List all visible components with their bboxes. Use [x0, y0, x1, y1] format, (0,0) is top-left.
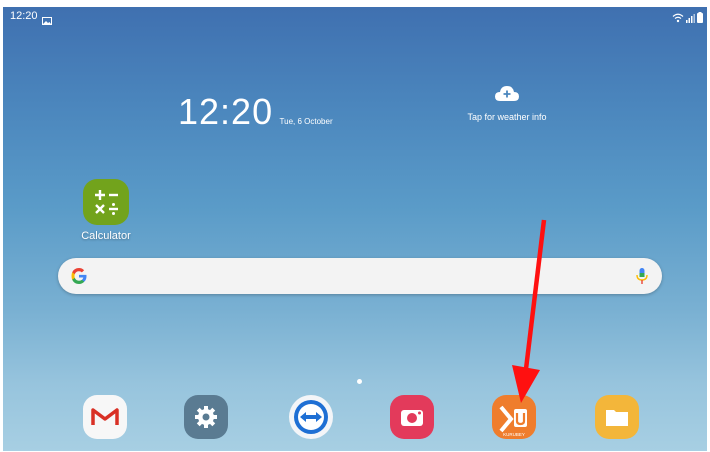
page-indicator — [357, 379, 362, 384]
my-files-app[interactable] — [595, 395, 639, 439]
gallery-icon — [42, 12, 52, 30]
status-bar: 12:20 — [3, 7, 707, 27]
home-screen: 12:20 12:20 Tue, 6 October Tap for weath… — [3, 7, 707, 451]
settings-app[interactable] — [184, 395, 228, 439]
weather-widget[interactable]: Tap for weather info — [448, 85, 566, 122]
settings-icon — [195, 406, 217, 428]
camera-icon — [401, 410, 423, 426]
google-logo — [70, 267, 88, 290]
teamviewer-icon — [294, 400, 328, 434]
calculator-app[interactable]: Calculator — [75, 179, 137, 242]
gmail-icon — [91, 408, 119, 425]
kurubey-app[interactable]: KURUBEY — [492, 395, 536, 439]
files-icon — [606, 410, 628, 426]
signal-icon — [686, 10, 695, 28]
calculator-icon — [83, 179, 129, 225]
camera-app[interactable] — [390, 395, 434, 439]
clock-widget[interactable]: 12:20 Tue, 6 October — [178, 91, 333, 133]
mic-icon[interactable] — [636, 267, 648, 290]
clock-time: 12:20 — [178, 91, 274, 132]
battery-icon — [697, 10, 703, 28]
teamviewer-app[interactable] — [289, 395, 333, 439]
status-time: 12:20 — [10, 10, 38, 22]
kurubey-icon: KURUBEY — [499, 405, 527, 437]
google-search-bar[interactable] — [58, 258, 662, 294]
wifi-icon — [672, 10, 684, 28]
calculator-label: Calculator — [81, 230, 131, 242]
cloud-plus-icon — [494, 86, 520, 107]
kurubey-wordmark: KURUBEY — [503, 432, 525, 437]
clock-date: Tue, 6 October — [279, 117, 333, 126]
weather-prompt: Tap for weather info — [467, 112, 547, 122]
gmail-app[interactable] — [83, 395, 127, 439]
